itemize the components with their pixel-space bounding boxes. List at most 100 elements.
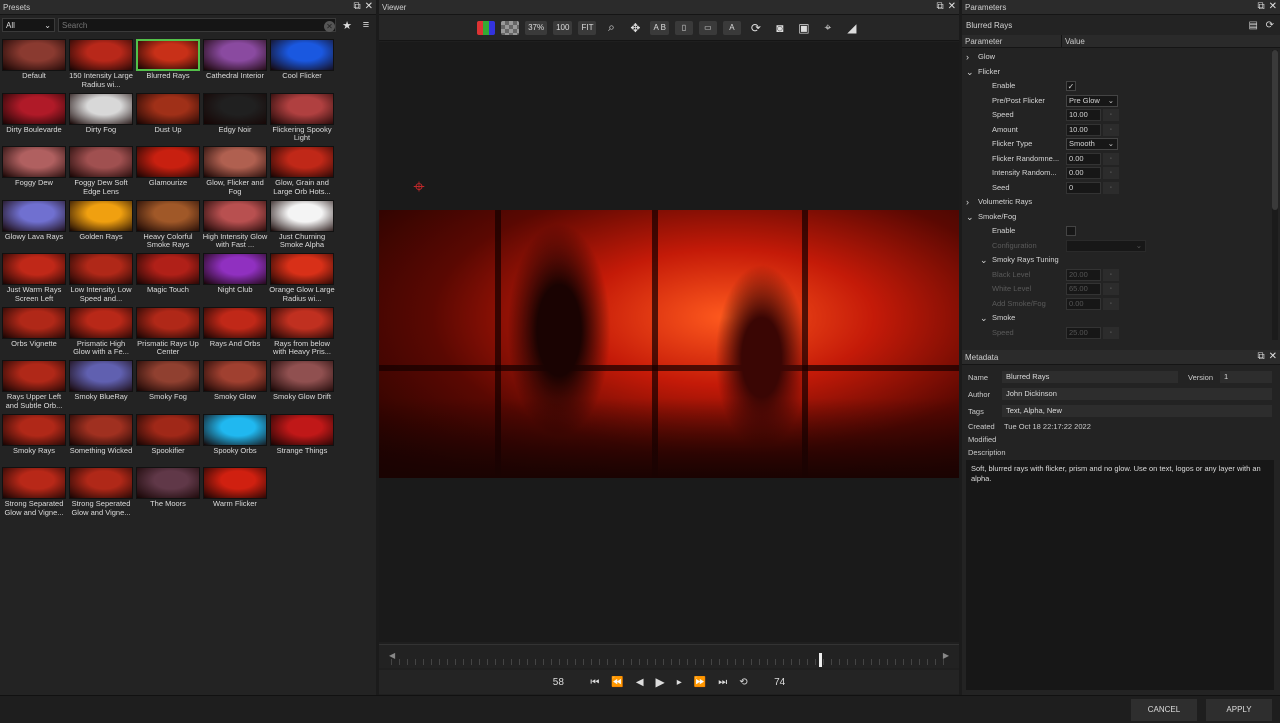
parameter-row[interactable]: Pre/Post Flicker Pre Glow ⌄: [962, 94, 1268, 108]
snapshot-camera-icon[interactable]: ◙: [771, 21, 789, 35]
preset-tile[interactable]: 150 Intensity Large Radius wi...: [68, 38, 134, 90]
pan-icon[interactable]: ✥: [626, 21, 644, 35]
go-to-start-icon[interactable]: ⏮: [590, 677, 599, 688]
target-icon[interactable]: ⌖: [819, 20, 837, 35]
keyframe-icon[interactable]: ◦: [1103, 326, 1119, 339]
preset-tile[interactable]: Magic Touch: [135, 252, 201, 304]
cancel-button[interactable]: CANCEL: [1131, 699, 1197, 721]
chevron-down-icon[interactable]: ⌄: [980, 311, 988, 325]
keyframe-icon[interactable]: ◦: [1103, 283, 1119, 295]
preset-tile[interactable]: Smoky BlueRay: [68, 359, 134, 411]
alpha-view-icon[interactable]: A: [722, 20, 741, 35]
parameter-row[interactable]: Enable ✓: [962, 79, 1268, 93]
author-field[interactable]: John Dickinson: [1002, 388, 1272, 400]
preset-thumbnail[interactable]: [270, 199, 334, 232]
undock-icon[interactable]: ⧉: [353, 1, 360, 13]
parameter-value-field[interactable]: 0.00: [1066, 167, 1101, 179]
chevron-down-icon[interactable]: ⌄: [966, 210, 974, 224]
parameter-value-field[interactable]: 25.00: [1066, 326, 1101, 339]
preset-tile[interactable]: Just Warm Rays Screen Left: [1, 252, 67, 304]
preset-thumbnail[interactable]: [203, 253, 267, 285]
parameter-value-field[interactable]: 0.00: [1066, 297, 1101, 310]
preset-tile[interactable]: Dust Up: [135, 92, 201, 144]
preset-tile[interactable]: Flickering Spooky Light: [269, 92, 335, 144]
parameter-row[interactable]: Black Level 20.00 ◦: [962, 268, 1268, 282]
document-icon[interactable]: ▤: [1249, 20, 1258, 31]
keyframe-icon[interactable]: ◦: [1103, 181, 1119, 194]
fast-forward-icon[interactable]: ⏩: [694, 677, 706, 688]
preset-tile[interactable]: Orange Glow Large Radius wi...: [269, 252, 335, 304]
preset-tile[interactable]: High Intensity Glow with Fast ...: [202, 199, 268, 251]
chevron-right-icon[interactable]: ›: [966, 195, 969, 209]
preset-tile[interactable]: Rays Upper Left and Subtle Orb...: [1, 359, 67, 411]
preset-tile[interactable]: Edgy Noir: [202, 92, 268, 144]
preset-thumbnail[interactable]: [136, 306, 200, 339]
preset-tile[interactable]: Dirty Boulevarde: [1, 92, 67, 144]
undock-icon[interactable]: ⧉: [936, 1, 943, 13]
keyframe-icon[interactable]: ◦: [1103, 152, 1119, 165]
preset-thumbnail[interactable]: [69, 413, 133, 446]
preset-tile[interactable]: Low Intensity, Low Speed and...: [68, 252, 134, 304]
close-icon[interactable]: ✕: [365, 1, 373, 13]
preset-tile[interactable]: Blurred Rays: [135, 38, 201, 90]
go-to-end-icon[interactable]: ⏭: [718, 677, 727, 688]
viewer-canvas[interactable]: ⌖: [379, 42, 959, 642]
enable-checkbox[interactable]: [1066, 226, 1076, 236]
close-icon[interactable]: ✕: [1269, 1, 1277, 13]
preset-thumbnail[interactable]: [69, 146, 133, 178]
preset-thumbnail[interactable]: [136, 92, 200, 125]
parameter-value-field[interactable]: 10.00: [1066, 109, 1101, 121]
preset-tile[interactable]: The Moors: [135, 466, 201, 518]
preset-thumbnail[interactable]: [203, 467, 267, 499]
preset-thumbnail[interactable]: [2, 253, 66, 285]
parameter-row[interactable]: Configuration ⌄: [962, 239, 1268, 253]
start-frame[interactable]: 58: [538, 677, 578, 688]
parameter-row[interactable]: Speed 10.00 ◦: [962, 108, 1268, 122]
keyframe-icon[interactable]: ◦: [1103, 109, 1119, 121]
preset-thumbnail[interactable]: [136, 413, 200, 446]
preset-thumbnail[interactable]: [69, 306, 133, 339]
preset-tile[interactable]: Smoky Rays: [1, 413, 67, 465]
preset-tile[interactable]: Rays from below with Heavy Pris...: [269, 306, 335, 358]
rgb-channels-button[interactable]: [477, 20, 496, 35]
preset-thumbnail[interactable]: [270, 360, 334, 392]
reset-icon[interactable]: ⟳: [1266, 20, 1274, 31]
preset-thumbnail[interactable]: [2, 199, 66, 232]
parameter-row[interactable]: ⌄ Smoke: [962, 311, 1268, 325]
preset-thumbnail[interactable]: [270, 146, 334, 178]
preset-thumbnail[interactable]: [2, 146, 66, 178]
undock-icon[interactable]: ⧉: [1257, 351, 1264, 363]
preset-tile[interactable]: Cool Flicker: [269, 38, 335, 90]
preset-thumbnail[interactable]: [203, 199, 267, 232]
preset-thumbnail[interactable]: [2, 360, 66, 392]
preset-thumbnail[interactable]: [203, 360, 267, 392]
preset-tile[interactable]: Warm Flicker: [202, 466, 268, 518]
graph-icon[interactable]: ◢: [843, 21, 861, 35]
parameter-row[interactable]: Flicker Randomne... 0.00 ◦: [962, 152, 1268, 166]
preset-thumbnail[interactable]: [136, 199, 200, 232]
preset-tile[interactable]: Smoky Glow: [202, 359, 268, 411]
parameter-row[interactable]: ⌄ Flicker: [962, 65, 1268, 79]
parameter-dropdown[interactable]: Pre Glow ⌄: [1066, 94, 1118, 107]
category-select[interactable]: All ⌄: [2, 18, 55, 32]
parameter-row[interactable]: › Volumetric Rays: [962, 195, 1268, 209]
preset-tile[interactable]: Glamourize: [135, 145, 201, 197]
crosshair-icon[interactable]: ⌖: [408, 176, 430, 198]
preset-thumbnail[interactable]: [270, 253, 334, 285]
enable-checkbox[interactable]: ✓: [1066, 81, 1076, 91]
preset-thumbnail[interactable]: [270, 92, 334, 125]
preset-thumbnail[interactable]: [69, 253, 133, 285]
preset-thumbnail[interactable]: [69, 92, 133, 125]
preset-tile[interactable]: Glow, Grain and Large Orb Hots...: [269, 145, 335, 197]
apply-button[interactable]: APPLY: [1206, 699, 1272, 721]
preset-tile[interactable]: Heavy Colorful Smoke Rays: [135, 199, 201, 251]
preset-tile[interactable]: Glowy Lava Rays: [1, 199, 67, 251]
parameter-row[interactable]: ⌄ Smoky Rays Tuning: [962, 253, 1268, 267]
preset-thumbnail[interactable]: [203, 413, 267, 446]
preset-tile[interactable]: Cathedral Interior: [202, 38, 268, 90]
parameter-row[interactable]: ⌄ Smoke/Fog: [962, 210, 1268, 224]
preset-tile[interactable]: Prismatic Rays Up Center: [135, 306, 201, 358]
checkerboard-button[interactable]: [501, 20, 520, 35]
preset-thumbnail[interactable]: [136, 253, 200, 285]
zoom-100-button[interactable]: 100: [553, 20, 573, 35]
